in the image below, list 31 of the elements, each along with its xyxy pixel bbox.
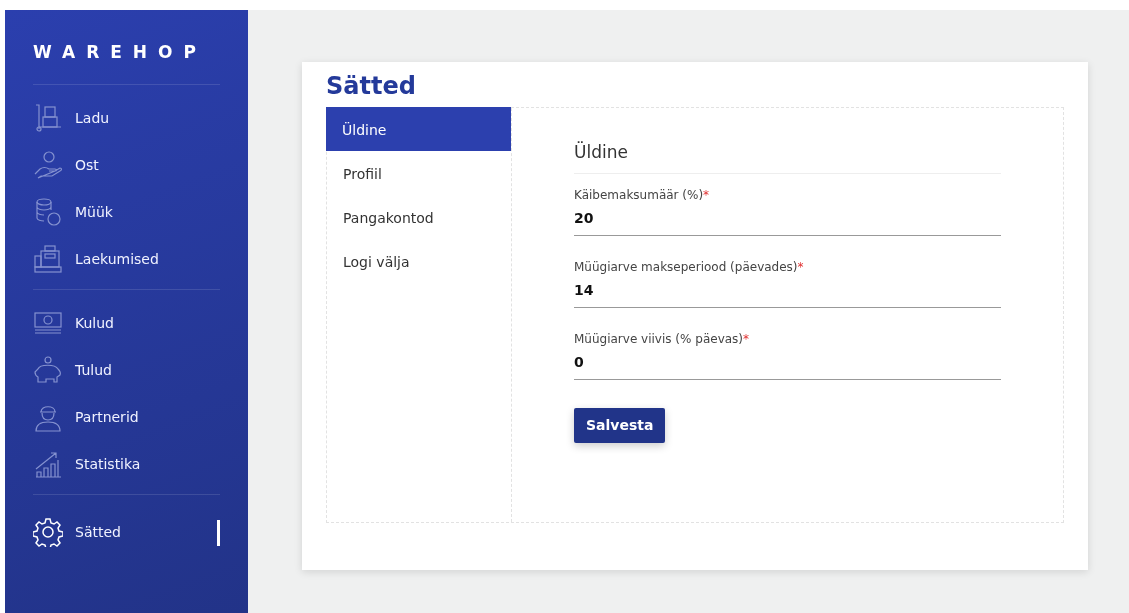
required-mark: * [703, 188, 710, 203]
sidebar-item[interactable]: Tulud [33, 350, 220, 390]
save-button[interactable]: Salvesta [574, 408, 666, 444]
settings-icon [33, 517, 63, 547]
sidebar-item[interactable]: Ladu [33, 98, 220, 138]
hand-coin-icon [33, 150, 63, 180]
sidebar-item[interactable]: Ost [33, 145, 220, 185]
sidebar-item[interactable]: Laekumised [33, 239, 220, 279]
trolley-icon [33, 103, 63, 133]
sidebar-item[interactable]: Kulud [33, 303, 220, 343]
required-mark: * [797, 260, 804, 275]
field-label: Müügiarve viivis (% päevas) [574, 332, 743, 347]
settings-tab[interactable]: Üldine [326, 106, 511, 151]
settings-tab[interactable]: Logi välja [327, 238, 511, 283]
cash-register-icon [33, 244, 63, 274]
growth-chart-icon [33, 449, 63, 479]
sidebar-item[interactable]: Partnerid [33, 397, 220, 437]
piggy-bank-icon [33, 355, 63, 385]
required-mark: * [743, 332, 749, 347]
field-label: Müügiarve makseperiood (päevades) [574, 260, 798, 275]
page-title: Sätted [326, 72, 417, 101]
settings-tab[interactable]: Profiil [327, 150, 511, 195]
sidebar-item[interactable]: Müük [33, 192, 220, 232]
active-indicator [217, 519, 220, 546]
sidebar-item[interactable]: Sätted [33, 512, 220, 552]
section-title: Üldine [574, 139, 1001, 175]
brand-logo: WAREHOP [33, 40, 220, 85]
settings-tab[interactable]: Pangakontod [327, 194, 511, 239]
coins-icon [33, 197, 63, 227]
sidebar-item[interactable]: Statistika [33, 444, 220, 484]
field-label: Käibemaksumäär (%) [574, 188, 704, 203]
